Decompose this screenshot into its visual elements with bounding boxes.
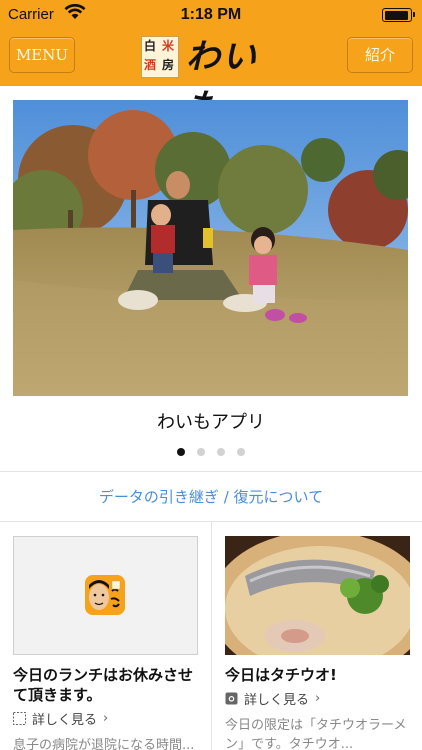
intro-button[interactable]: 紹介 xyxy=(347,37,413,73)
card-thumbnail xyxy=(225,536,410,655)
logo-stamp: 白 米 酒 房 xyxy=(141,36,179,78)
news-card[interactable]: 今日のランチはお休みさせて頂きます。 詳しく見る › 息子の病院が退院になる時間… xyxy=(13,536,198,750)
more-label: 詳しく見る xyxy=(244,693,310,708)
card-more-link[interactable]: 詳しく見る › xyxy=(225,689,410,708)
card-more-link[interactable]: 詳しく見る › xyxy=(13,709,198,728)
battery-icon xyxy=(382,8,415,22)
status-bar: Carrier 1:18 PM xyxy=(0,0,422,30)
app-header: Carrier 1:18 PM MENU 白 米 酒 房 わいも 紹介 xyxy=(0,0,422,127)
page-dot[interactable] xyxy=(237,448,245,456)
page-dot[interactable] xyxy=(217,448,225,456)
card-title: 今日のランチはお休みさせて頂きます。 xyxy=(13,666,194,704)
app-icon xyxy=(85,575,125,615)
page-dot[interactable] xyxy=(197,448,205,456)
status-time: 1:18 PM xyxy=(180,6,242,23)
news-card[interactable]: 今日はタチウオ! 詳しく見る › 今日の限定は「タチウオラーメン」です。タチウオ… xyxy=(225,536,410,750)
card-snippet: 息子の病院が退院になる時間... xyxy=(13,738,195,750)
menu-button[interactable]: MENU xyxy=(9,37,75,73)
card-thumbnail xyxy=(13,536,198,655)
card-divider xyxy=(211,522,212,750)
more-label: 詳しく見る xyxy=(32,713,98,728)
hero-carousel-image[interactable] xyxy=(13,100,408,396)
hero-title: わいもアプリ xyxy=(157,412,265,433)
divider xyxy=(0,471,422,472)
card-title: 今日はタチウオ! xyxy=(225,666,337,684)
ramen-photo xyxy=(225,536,410,655)
chevron-right-icon: › xyxy=(315,691,321,706)
image-placeholder-icon xyxy=(13,712,26,725)
data-transfer-link[interactable]: データの引き継ぎ / 復元について xyxy=(0,486,422,507)
carousel-page-indicator[interactable] xyxy=(0,441,422,460)
brand-logo[interactable]: 白 米 酒 房 わいも xyxy=(138,32,288,127)
page-dot[interactable] xyxy=(177,448,185,456)
camera-icon xyxy=(225,692,238,705)
family-photo xyxy=(13,100,408,396)
chevron-right-icon: › xyxy=(103,711,109,726)
card-snippet: 今日の限定は「タチウオラーメン」です。タチウオ... xyxy=(225,718,407,750)
